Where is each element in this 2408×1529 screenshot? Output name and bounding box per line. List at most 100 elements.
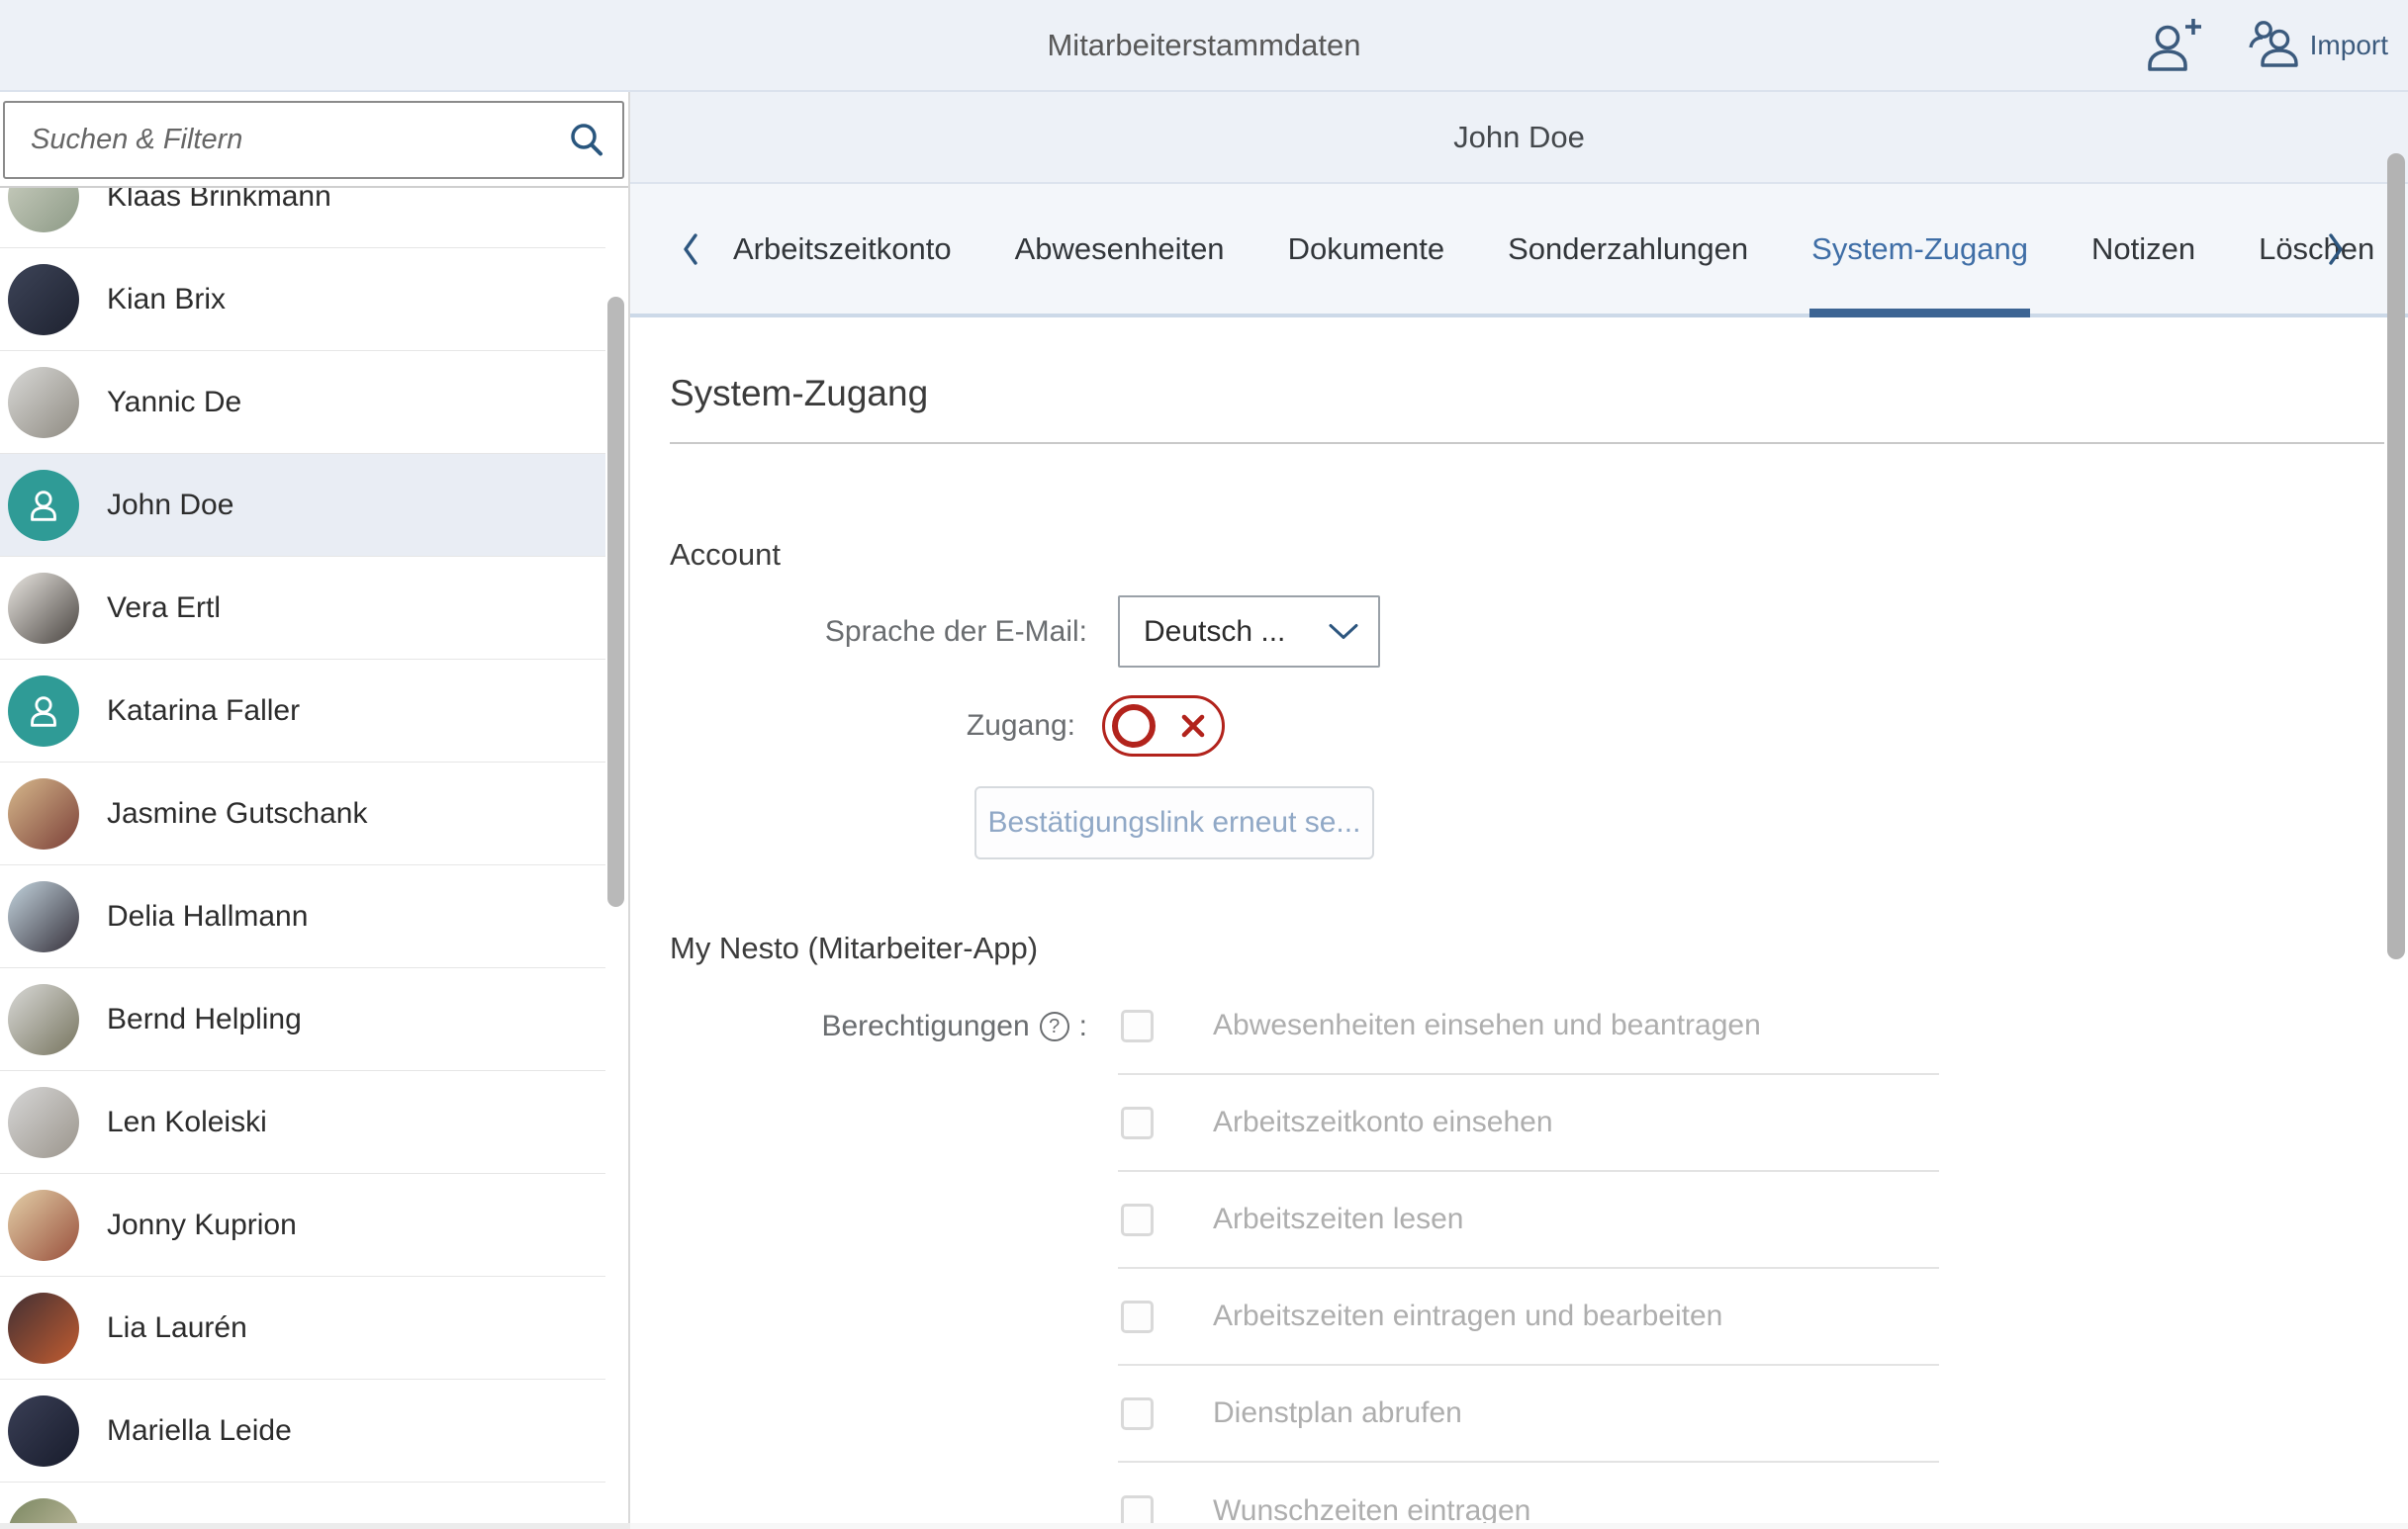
permission-label: Arbeitszeiten lesen — [1213, 1203, 1463, 1236]
tab-label: Dokumente — [1288, 231, 1445, 267]
checkbox[interactable] — [1121, 1397, 1154, 1430]
employee-row-klaas-brinkmann[interactable]: Klaas Brinkmann — [0, 188, 605, 248]
tab-label: Arbeitszeitkonto — [733, 231, 952, 267]
tab-label: Sonderzahlungen — [1508, 231, 1748, 267]
employee-sidebar: Klaas Brinkmann Kian Brix Yannic De John… — [0, 92, 630, 1529]
resend-confirmation-link-button[interactable]: Bestätigungslink erneut se... — [974, 786, 1374, 859]
employee-name: Bernd Helpling — [107, 1003, 302, 1036]
employee-list-scroll: Klaas Brinkmann Kian Brix Yannic De John… — [0, 188, 605, 1529]
employee-row-jonny-kuprion[interactable]: Jonny Kuprion — [0, 1174, 605, 1277]
search-area — [0, 92, 628, 188]
permission-row-arbeitszeitkonto-einsehen: Arbeitszeitkonto einsehen — [1118, 1075, 1939, 1172]
search-input[interactable] — [5, 103, 622, 177]
permissions-label-colon: : — [1079, 1010, 1087, 1043]
tab-list: Arbeitszeitkonto Abwesenheiten Dokumente… — [733, 184, 2374, 314]
employee-row-yannic-de[interactable]: Yannic De — [0, 351, 605, 454]
tab-löschen[interactable]: Löschen — [2259, 184, 2374, 314]
email-language-select[interactable]: Deutsch ... — [1118, 595, 1380, 668]
bottom-scroll-strip — [0, 1523, 630, 1529]
main-scrollbar-thumb[interactable] — [2387, 153, 2405, 959]
checkbox[interactable] — [1121, 1301, 1154, 1333]
person-icon — [8, 470, 79, 541]
app-title: Mitarbeiterstammdaten — [0, 0, 2408, 90]
employee-name: Vera Ertl — [107, 591, 221, 625]
person-plus-icon — [2142, 15, 2203, 75]
tab-label: Abwesenheiten — [1015, 231, 1225, 267]
permission-row-dienstplan-abrufen: Dienstplan abrufen — [1118, 1366, 1939, 1463]
employee-row-bernd-helpling[interactable]: Bernd Helpling — [0, 968, 605, 1071]
tab-scroll-left-button[interactable] — [680, 227, 701, 271]
checkbox[interactable] — [1121, 1107, 1154, 1139]
employee-name: Yannic De — [107, 386, 241, 419]
tab-label: Notizen — [2091, 231, 2195, 267]
app-window: Mitarbeiterstammdaten — [0, 0, 2408, 1529]
import-button[interactable]: Import — [2247, 19, 2388, 71]
employee-row-john-doe[interactable]: John Doe — [0, 454, 605, 557]
avatar-photo — [8, 778, 79, 850]
account-section-heading: Account — [670, 537, 781, 573]
employee-row-delia-hallmann[interactable]: Delia Hallmann — [0, 865, 605, 968]
employee-name: Lia Laurén — [107, 1311, 247, 1345]
tab-scroll-right-button[interactable] — [2325, 227, 2347, 271]
employee-name: Jonny Kuprion — [107, 1209, 297, 1242]
detail-panel: John Doe Arbeitszeitkonto Abwesenheiten … — [630, 92, 2408, 1529]
app-header: Mitarbeiterstammdaten — [0, 0, 2408, 92]
email-language-value: Deutsch ... — [1144, 597, 1285, 666]
employee-row-len-koleiski[interactable]: Len Koleiski — [0, 1071, 605, 1174]
tab-bar: Arbeitszeitkonto Abwesenheiten Dokumente… — [630, 184, 2408, 317]
tab-dokumente[interactable]: Dokumente — [1288, 184, 1445, 314]
employee-row-jasmine-gutschank[interactable]: Jasmine Gutschank — [0, 763, 605, 865]
avatar-photo — [8, 573, 79, 644]
sidebar-scrollbar-thumb[interactable] — [607, 297, 624, 907]
access-toggle[interactable] — [1102, 695, 1225, 757]
permission-row-abwesenheiten-einsehen-und-beantragen: Abwesenheiten einsehen und beantragen — [1118, 978, 1939, 1075]
permission-label: Arbeitszeiten eintragen und bearbeiten — [1213, 1300, 1722, 1333]
permission-label: Dienstplan abrufen — [1213, 1396, 1462, 1430]
search-box — [3, 101, 624, 179]
title-divider — [670, 442, 2384, 444]
checkbox[interactable] — [1121, 1010, 1154, 1042]
tab-system-zugang[interactable]: System-Zugang — [1811, 184, 2028, 314]
system-access-page: System-Zugang Account Sprache der E-Mail… — [630, 317, 2408, 1529]
avatar-photo — [8, 1087, 79, 1158]
import-label: Import — [2310, 30, 2388, 61]
mynesto-section-heading: My Nesto (Mitarbeiter-App) — [670, 931, 1038, 966]
employee-name: Delia Hallmann — [107, 900, 308, 934]
tab-arbeitszeitkonto[interactable]: Arbeitszeitkonto — [733, 184, 952, 314]
avatar-photo — [8, 367, 79, 438]
employee-name: Klaas Brinkmann — [107, 188, 331, 214]
checkbox[interactable] — [1121, 1204, 1154, 1236]
employee-name: Jasmine Gutschank — [107, 797, 367, 831]
tab-notizen[interactable]: Notizen — [2091, 184, 2195, 314]
avatar-photo — [8, 1190, 79, 1261]
employee-row-unnamed[interactable] — [0, 1483, 605, 1529]
tab-label: Löschen — [2259, 231, 2374, 267]
permissions-label-text: Berechtigungen — [821, 1010, 1029, 1043]
bottom-scroll-strip — [630, 1523, 2408, 1529]
permission-label: Arbeitszeitkonto einsehen — [1213, 1106, 1553, 1139]
tab-abwesenheiten[interactable]: Abwesenheiten — [1015, 184, 1225, 314]
employee-name: Katarina Faller — [107, 694, 300, 728]
permission-row-arbeitszeiten-lesen: Arbeitszeiten lesen — [1118, 1172, 1939, 1269]
person-icon — [8, 675, 79, 747]
add-employee-button[interactable] — [2142, 15, 2203, 75]
employee-row-vera-ertl[interactable]: Vera Ertl — [0, 557, 605, 660]
employee-row-kian-brix[interactable]: Kian Brix — [0, 248, 605, 351]
employee-row-lia-laur-n[interactable]: Lia Laurén — [0, 1277, 605, 1380]
employee-list: Klaas Brinkmann Kian Brix Yannic De John… — [0, 188, 605, 1529]
avatar-photo — [8, 264, 79, 335]
employee-row-mariella-leide[interactable]: Mariella Leide — [0, 1380, 605, 1483]
employee-row-katarina-faller[interactable]: Katarina Faller — [0, 660, 605, 763]
permissions-label: Berechtigungen ? : — [630, 1005, 1087, 1048]
email-language-label: Sprache der E-Mail: — [630, 595, 1087, 668]
avatar-photo — [8, 188, 79, 232]
avatar-photo — [8, 984, 79, 1055]
help-icon[interactable]: ? — [1040, 1012, 1069, 1041]
employee-name: Mariella Leide — [107, 1414, 292, 1448]
tab-sonderzahlungen[interactable]: Sonderzahlungen — [1508, 184, 1748, 314]
people-icon — [2247, 19, 2300, 71]
employee-name: John Doe — [107, 489, 233, 522]
page-title: System-Zugang — [670, 373, 928, 414]
search-icon[interactable] — [567, 121, 606, 160]
employee-name: Len Koleiski — [107, 1106, 267, 1139]
